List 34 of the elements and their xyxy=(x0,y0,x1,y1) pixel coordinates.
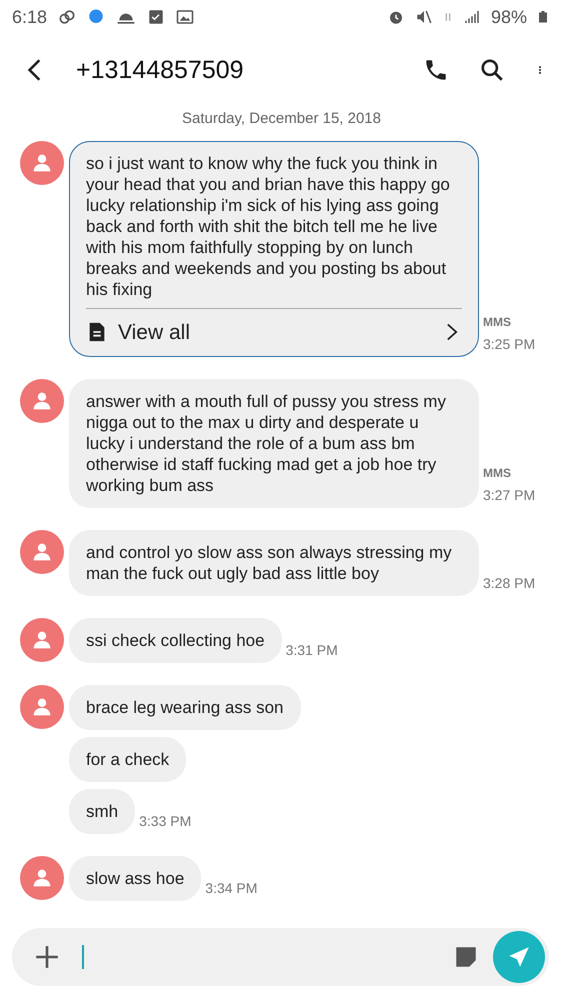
plus-icon[interactable] xyxy=(34,944,60,970)
signal-icon xyxy=(462,8,481,26)
message-bubble[interactable]: for a check xyxy=(69,737,186,782)
image-icon xyxy=(175,8,196,26)
message-time: 3:25 PM xyxy=(483,335,536,354)
message-time: 3:31 PM xyxy=(286,641,338,660)
message-time: 3:28 PM xyxy=(483,574,536,593)
view-all-link[interactable]: View all xyxy=(118,322,432,342)
message-type: MMS xyxy=(483,465,512,482)
contact-title: +13144857509 xyxy=(76,56,245,84)
message-text: and control yo slow ass son always stressing my man the fuck out ugly bad ass little boy xyxy=(86,542,453,584)
message-bubble[interactable]: brace leg wearing ass son xyxy=(69,685,301,730)
message-bubble[interactable]: and control yo slow ass son always stressing my man the fuck out ugly bad ass little boy xyxy=(69,530,479,596)
message-text: so i just want to know why the fuck you think in your head that you and brian have this happy go lucky relationship i'm sick of his lying ass going back and forth with shit the bitch tell me he live with his mom faithfully stopping by on lunch breaks and weekends and you posting bs about his fixing xyxy=(86,153,451,300)
checkbox-icon xyxy=(147,8,166,26)
message-text: slow ass hoe xyxy=(86,868,184,889)
battery-level: 98% xyxy=(490,6,527,28)
message-text: for a check xyxy=(86,749,170,770)
message-time: 3:27 PM xyxy=(483,486,536,505)
message-text: smh xyxy=(86,801,118,822)
message-time: 3:34 PM xyxy=(205,879,258,898)
message-bubble[interactable]: slow ass hoe xyxy=(69,856,202,901)
message-time: 3:33 PM xyxy=(139,812,192,831)
clock-time: 6:18 xyxy=(12,6,48,28)
message-bubble[interactable]: ssi check collecting hoe xyxy=(69,618,282,663)
message-text: answer with a mouth full of pussy you stress my nigga out to the max u dirty and desperate u lucky i understand the role of a bum ass bm otherwise id staff fucking mad get a job hoe try working bum ass xyxy=(86,391,447,496)
mute-icon xyxy=(414,8,433,26)
message-bubble[interactable]: smh xyxy=(69,789,136,834)
date-label: Saturday, December 15, 2018 xyxy=(180,110,382,127)
search-icon[interactable] xyxy=(479,57,505,83)
message-text: brace leg wearing ass son xyxy=(86,697,284,718)
message-text: ssi check collecting hoe xyxy=(86,630,265,651)
message-bubble[interactable] xyxy=(69,141,479,357)
message-type: MMS xyxy=(483,314,512,331)
